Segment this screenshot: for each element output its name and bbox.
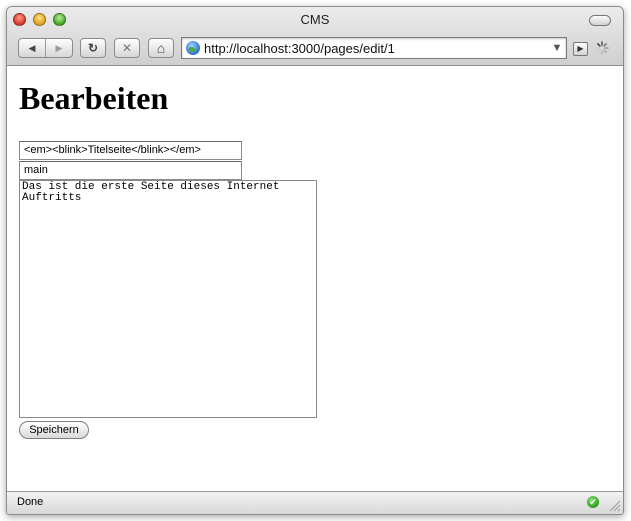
resize-grip-icon[interactable] <box>607 498 621 512</box>
back-button[interactable]: ◀ <box>19 39 45 57</box>
checkmark-icon: ✔ <box>587 496 599 508</box>
home-button[interactable]: ⌂ <box>148 38 174 58</box>
page-heading: Bearbeiten <box>19 80 169 116</box>
title-field[interactable]: <em><blink>Titelseite</blink></em> <box>19 141 242 160</box>
reload-button[interactable]: ↻ <box>80 38 106 58</box>
back-forward-buttons: ◀ ▶ <box>18 38 73 58</box>
address-input[interactable]: http://localhost:3000/pages/edit/1 <box>204 41 548 56</box>
toolbar-toggle-button[interactable] <box>589 15 611 26</box>
reload-icon: ↻ <box>87 41 99 55</box>
name-field[interactable]: main <box>19 161 242 180</box>
stop-icon: ✕ <box>121 41 133 55</box>
browser-window: CMS ◀ ▶ ↻ ✕ ⌂ http://localhost:3000/page… <box>6 6 624 515</box>
globe-icon <box>186 41 200 55</box>
home-icon: ⌂ <box>156 40 166 56</box>
forward-button[interactable]: ▶ <box>46 39 72 57</box>
back-icon: ◀ <box>28 42 36 53</box>
window-title: CMS <box>300 12 330 27</box>
stop-button[interactable]: ✕ <box>114 38 140 58</box>
address-bar[interactable]: http://localhost:3000/pages/edit/1 ▼ <box>181 37 567 59</box>
status-bar: Done ✔ <box>7 491 623 514</box>
go-button[interactable]: ▶ <box>573 42 588 56</box>
spinner-icon <box>595 41 609 55</box>
body-textarea[interactable]: Das ist die erste Seite dieses Internet … <box>19 180 317 418</box>
page-content: Bearbeiten <em><blink>Titelseite</blink>… <box>7 66 623 486</box>
title-bar: CMS ◀ ▶ ↻ ✕ ⌂ http://localhost:3000/page… <box>7 7 623 66</box>
status-text: Done <box>17 496 44 508</box>
save-button[interactable]: Speichern <box>19 421 89 439</box>
dropdown-icon[interactable]: ▼ <box>548 42 566 54</box>
forward-icon: ▶ <box>55 42 63 53</box>
go-icon: ▶ <box>577 44 584 53</box>
